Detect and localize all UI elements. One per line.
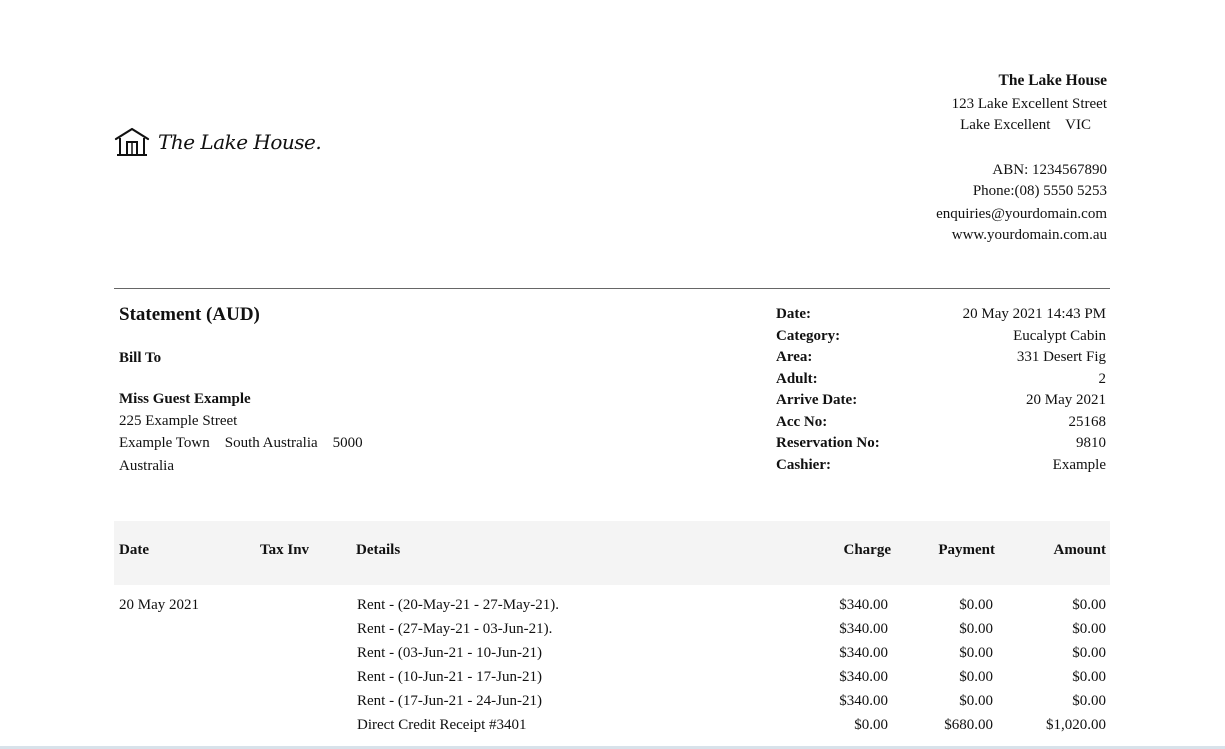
- meta-value: Example: [1052, 456, 1106, 473]
- meta-label: Area:: [776, 349, 813, 365]
- col-header-charge: Charge: [843, 542, 892, 558]
- meta-label: Acc No:: [776, 413, 828, 430]
- cell-charge: $340.00: [839, 645, 888, 661]
- cell-amount: $0.00: [1072, 669, 1106, 685]
- meta-value: 9810: [1076, 435, 1106, 451]
- meta-value: 20 May 2021 14:43 PM: [962, 306, 1106, 322]
- cell-details: Rent - (20-May-21 - 27-May-21).: [357, 597, 560, 613]
- cell-payment: $680.00: [944, 717, 993, 733]
- cell-date: 20 May 2021: [119, 597, 199, 613]
- col-header-tax-inv: Tax Inv: [260, 542, 310, 558]
- company-email[interactable]: enquiries@yourdomain.com: [936, 204, 1107, 225]
- cell-payment: $0.00: [959, 693, 993, 709]
- cell-details: Direct Credit Receipt #3401: [357, 717, 527, 733]
- col-header-payment: Payment: [938, 542, 995, 558]
- cell-charge: $340.00: [839, 669, 888, 685]
- company-street: 123 Lake Excellent Street: [951, 96, 1107, 112]
- meta-row: Category: Eucalypt Cabin: [776, 326, 1106, 348]
- meta-label: Cashier:: [776, 456, 831, 473]
- company-name: The Lake House: [998, 72, 1107, 89]
- cell-charge: $340.00: [839, 621, 888, 637]
- statement-meta: Date: 20 May 2021 14:43 PM Category: Eucal…: [776, 304, 1106, 476]
- transactions-table: 20 May 2021 Rent - (20-May-21 - 27-May-2…: [114, 594, 1110, 738]
- cell-amount: $1,020.00: [1046, 717, 1106, 733]
- meta-row: Acc No: 25168: [776, 412, 1106, 434]
- table-row: Rent - (27-May-21 - 03-Jun-21). $340.00 …: [114, 618, 1110, 642]
- cell-payment: $0.00: [959, 645, 993, 661]
- header-divider: [114, 288, 1110, 289]
- cell-amount: $0.00: [1072, 693, 1106, 709]
- meta-value: Eucalypt Cabin: [1013, 327, 1106, 344]
- cell-charge: $340.00: [839, 693, 888, 709]
- company-website[interactable]: www.yourdomain.com.au: [936, 225, 1107, 246]
- table-row: Rent - (17-Jun-21 - 24-Jun-21) $340.00 $…: [114, 690, 1110, 714]
- meta-label: Arrive Date:: [776, 392, 858, 408]
- cell-amount: $0.00: [1072, 645, 1106, 661]
- col-header-date: Date: [119, 542, 149, 558]
- col-header-amount: Amount: [1053, 542, 1106, 558]
- meta-value: 20 May 2021: [1026, 392, 1106, 408]
- house-icon: [114, 126, 150, 158]
- table-header: Date Tax Inv Details Charge Payment Amou…: [114, 521, 1110, 585]
- cell-details: Rent - (17-Jun-21 - 24-Jun-21): [357, 693, 542, 709]
- meta-row: Reservation No: 9810: [776, 433, 1106, 455]
- meta-row: Cashier: Example: [776, 455, 1106, 477]
- meta-label: Date:: [776, 306, 811, 322]
- cell-payment: $0.00: [959, 621, 993, 637]
- cell-payment: $0.00: [959, 597, 993, 613]
- meta-row: Arrive Date: 20 May 2021: [776, 390, 1106, 412]
- company-locality: Lake Excellent VIC: [960, 117, 1091, 133]
- bill-to-label: Bill To: [119, 350, 162, 366]
- cell-amount: $0.00: [1072, 621, 1106, 637]
- cell-details: Rent - (10-Jun-21 - 17-Jun-21): [357, 669, 542, 685]
- table-row: Direct Credit Receipt #3401 $0.00 $680.0…: [114, 714, 1110, 738]
- meta-label: Reservation No:: [776, 435, 880, 451]
- cell-charge: $0.00: [854, 717, 888, 733]
- logo: The Lake House.: [114, 126, 322, 158]
- guest-locality: Example Town South Australia 5000: [119, 435, 363, 451]
- cell-amount: $0.00: [1072, 597, 1106, 613]
- statement-title: Statement (AUD): [119, 304, 260, 325]
- table-row: Rent - (10-Jun-21 - 17-Jun-21) $340.00 $…: [114, 666, 1110, 690]
- meta-value: 331 Desert Fig: [1016, 349, 1106, 365]
- meta-row: Adult: 2: [776, 369, 1106, 391]
- company-details: The Lake House 123 Lake Excellent Street…: [936, 70, 1107, 246]
- company-phone: Phone:(08) 5550 5253: [972, 183, 1107, 199]
- col-header-details: Details: [356, 542, 401, 558]
- bill-to-address: Miss Guest Example 225 Example Street Ex…: [119, 389, 363, 477]
- cell-details: Rent - (03-Jun-21 - 10-Jun-21): [357, 645, 542, 661]
- cell-charge: $340.00: [839, 597, 888, 613]
- cell-details: Rent - (27-May-21 - 03-Jun-21).: [357, 621, 553, 637]
- meta-row: Area: 331 Desert Fig: [776, 347, 1106, 369]
- meta-row: Date: 20 May 2021 14:43 PM: [776, 304, 1106, 326]
- cell-payment: $0.00: [959, 669, 993, 685]
- guest-street: 225 Example Street: [119, 412, 238, 429]
- meta-label: Adult:: [776, 370, 818, 387]
- company-abn: ABN: 1234567890: [992, 162, 1107, 178]
- logo-text: The Lake House.: [158, 130, 322, 154]
- guest-country: Australia: [119, 457, 174, 474]
- table-row: Rent - (03-Jun-21 - 10-Jun-21) $340.00 $…: [114, 642, 1110, 666]
- meta-value: 2: [1098, 370, 1107, 387]
- guest-name: Miss Guest Example: [119, 391, 251, 407]
- meta-label: Category:: [776, 327, 841, 344]
- table-row: 20 May 2021 Rent - (20-May-21 - 27-May-2…: [114, 594, 1110, 618]
- meta-value: 25168: [1068, 413, 1107, 430]
